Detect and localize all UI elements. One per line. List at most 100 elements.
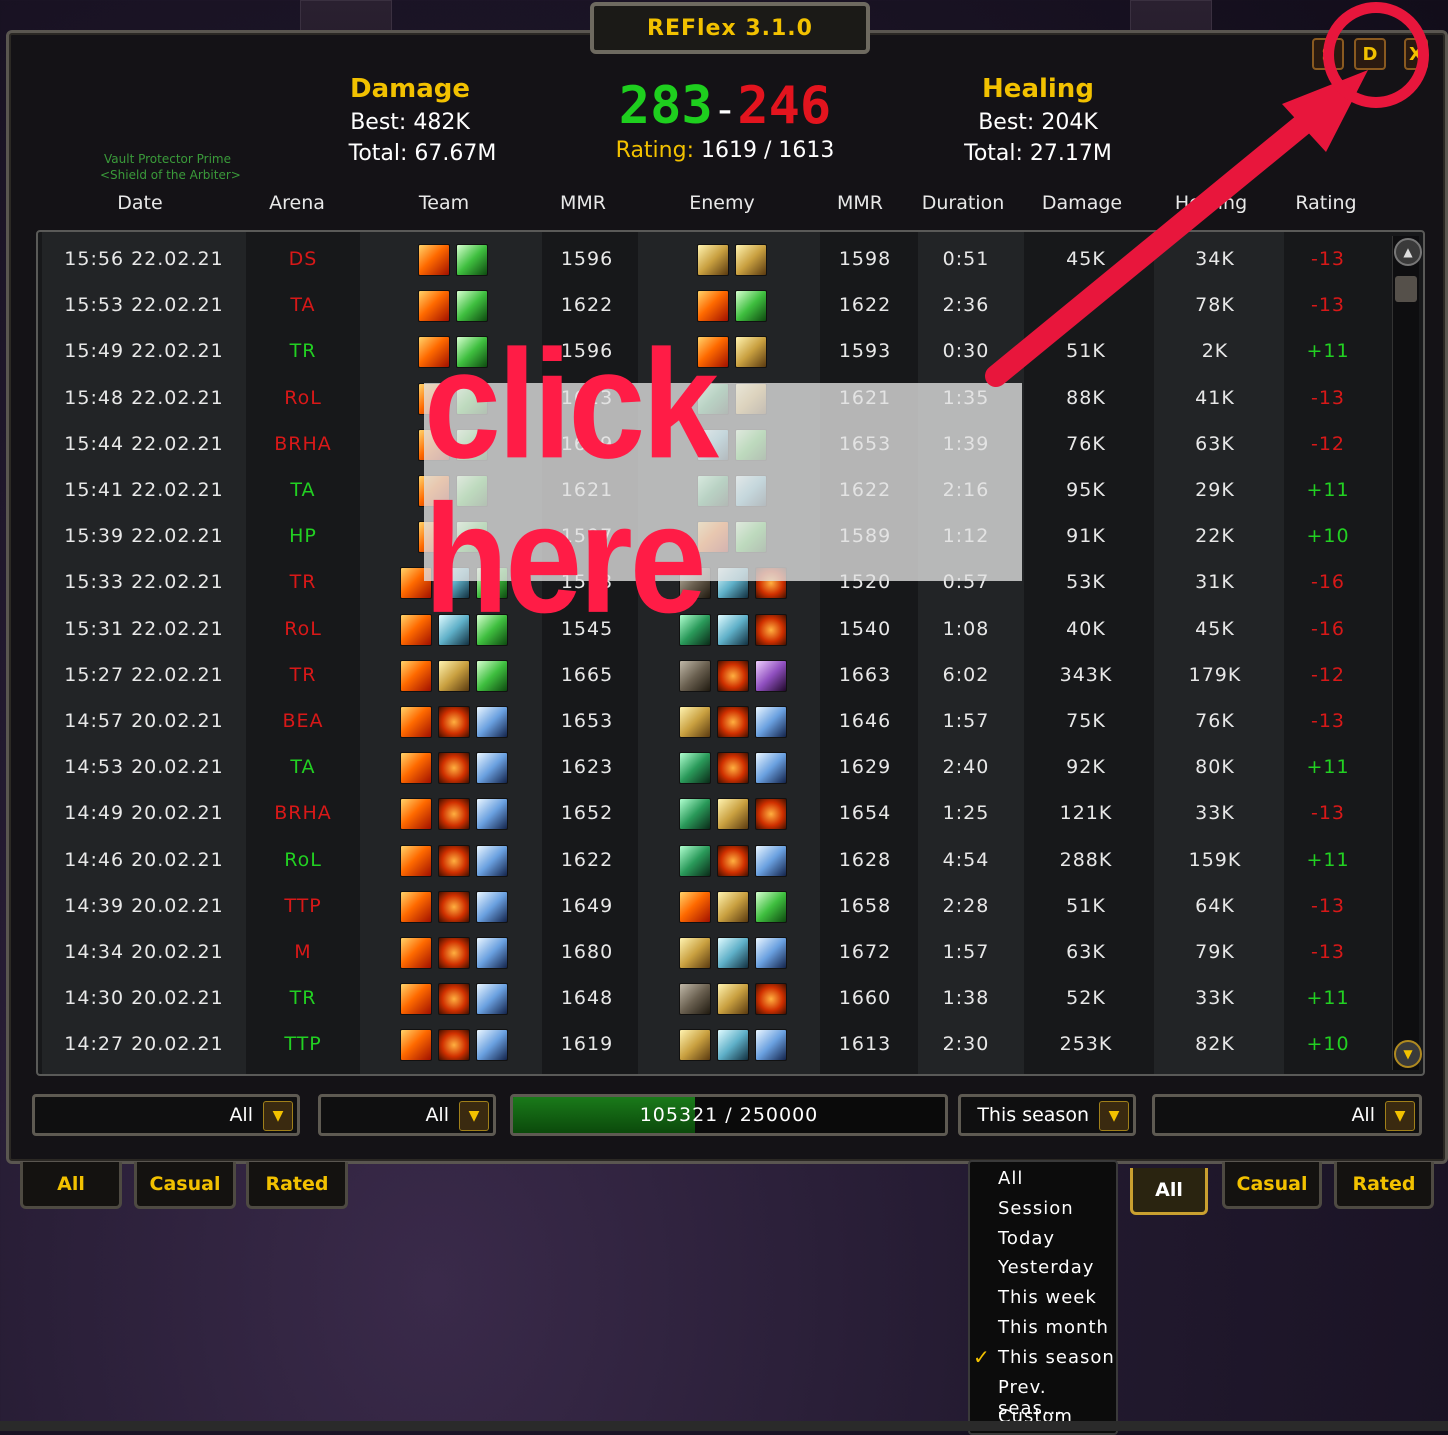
- sword-spec-icon[interactable]: [476, 937, 508, 969]
- fire-spec-icon[interactable]: [400, 798, 432, 831]
- fire-spec-icon[interactable]: [400, 659, 432, 692]
- period-menu-item[interactable]: Session: [998, 1198, 1074, 1219]
- sword-spec-icon[interactable]: [476, 844, 508, 877]
- sword-spec-icon[interactable]: [476, 1029, 508, 1062]
- sword-spec-icon[interactable]: [755, 937, 787, 969]
- cell-date: 15:33 22.02.21: [64, 571, 224, 594]
- sword-spec-icon[interactable]: [476, 798, 508, 831]
- cell-date: 14:27 20.02.21: [64, 1033, 224, 1056]
- cell-healing: 33K: [1195, 987, 1235, 1010]
- holy-spec-icon[interactable]: [679, 937, 711, 969]
- stone-spec-icon[interactable]: [679, 659, 711, 692]
- leaf-spec-icon[interactable]: [755, 890, 787, 923]
- chevron-down-icon[interactable]: ▼: [263, 1101, 293, 1131]
- poison-spec-icon[interactable]: [679, 798, 711, 831]
- table-row[interactable]: 14:34 20.02.21 M 1680 1672 1:57 63K 79K -13: [38, 929, 1383, 975]
- poison-spec-icon[interactable]: [679, 844, 711, 877]
- filter-dropdown-4[interactable]: All ▼: [1152, 1094, 1422, 1136]
- cell-healing: 179K: [1188, 663, 1242, 686]
- sword-spec-icon[interactable]: [476, 890, 508, 923]
- period-menu-item[interactable]: Today: [998, 1228, 1055, 1249]
- table-row[interactable]: 14:53 20.02.21 TA 1623 1629 2:40 92K 80K +11: [38, 744, 1383, 790]
- lava-spec-icon[interactable]: [438, 983, 470, 1016]
- lava-spec-icon[interactable]: [755, 983, 787, 1016]
- sword-spec-icon[interactable]: [476, 752, 508, 785]
- chevron-down-icon[interactable]: ▼: [1385, 1101, 1415, 1131]
- table-row[interactable]: 14:30 20.02.21 TR 1648 1660 1:38 52K 33K +11: [38, 975, 1383, 1021]
- fire-spec-icon[interactable]: [400, 890, 432, 923]
- holy-spec-icon[interactable]: [438, 659, 470, 692]
- tab-left-casual[interactable]: Casual: [134, 1162, 236, 1209]
- cell-date: 14:49 20.02.21: [64, 802, 224, 825]
- lava-spec-icon[interactable]: [717, 844, 749, 877]
- tab-right-rated[interactable]: Rated: [1334, 1162, 1434, 1209]
- lava-spec-icon[interactable]: [438, 798, 470, 831]
- table-row[interactable]: 14:46 20.02.21 RoL 1622 1628 4:54 288K 159K +11: [38, 837, 1383, 883]
- table-row[interactable]: 14:39 20.02.21 TTP 1649 1658 2:28 51K 64K -13: [38, 883, 1383, 929]
- cell-rating: -13: [1310, 894, 1346, 917]
- sword-spec-icon[interactable]: [755, 706, 787, 738]
- lava-spec-icon[interactable]: [438, 937, 470, 969]
- period-menu-item[interactable]: All: [998, 1168, 1023, 1189]
- period-menu-item[interactable]: This week: [998, 1287, 1097, 1308]
- period-dropdown[interactable]: This season ▼: [958, 1094, 1136, 1136]
- window-title: REFlex 3.1.0: [590, 2, 870, 54]
- tab-right-all[interactable]: All: [1130, 1168, 1208, 1215]
- frost-spec-icon[interactable]: [717, 1029, 749, 1062]
- scroll-down-icon[interactable]: ▼: [1394, 1040, 1422, 1068]
- poison-spec-icon[interactable]: [679, 752, 711, 785]
- fire-spec-icon[interactable]: [400, 844, 432, 877]
- holy-spec-icon[interactable]: [679, 1029, 711, 1062]
- tab-left-rated[interactable]: Rated: [246, 1162, 348, 1209]
- cell-rating: -12: [1310, 663, 1346, 686]
- cell-arena: M: [294, 941, 312, 963]
- cell-arena: TR: [289, 987, 317, 1010]
- cell-arena: TA: [290, 479, 316, 501]
- holy-spec-icon[interactable]: [717, 890, 749, 923]
- filter-dropdown-2[interactable]: All ▼: [318, 1094, 496, 1136]
- period-menu-item[interactable]: Yesterday: [998, 1257, 1094, 1278]
- lava-spec-icon[interactable]: [755, 798, 787, 831]
- sword-spec-icon[interactable]: [476, 983, 508, 1016]
- fire-spec-icon[interactable]: [400, 1029, 432, 1062]
- sword-spec-icon[interactable]: [755, 752, 787, 785]
- table-row[interactable]: 14:27 20.02.21 TTP 1619 1613 2:30 253K 82K +10: [38, 1021, 1383, 1067]
- cell-date: 14:46 20.02.21: [64, 848, 224, 871]
- lava-spec-icon[interactable]: [438, 844, 470, 877]
- fire-spec-icon[interactable]: [400, 937, 432, 969]
- lava-spec-icon[interactable]: [438, 1029, 470, 1062]
- lava-spec-icon[interactable]: [717, 706, 749, 738]
- period-menu-item[interactable]: This month: [998, 1317, 1109, 1338]
- sword-spec-icon[interactable]: [755, 1029, 787, 1062]
- table-row[interactable]: 15:27 22.02.21 TR 1665 1663 6:02 343K 179K -12: [38, 652, 1383, 698]
- team-icons: [400, 798, 508, 831]
- sword-spec-icon[interactable]: [755, 844, 787, 877]
- stone-spec-icon[interactable]: [679, 983, 711, 1016]
- chevron-down-icon[interactable]: ▼: [1099, 1101, 1129, 1131]
- tab-left-all[interactable]: All: [20, 1162, 122, 1209]
- fire-spec-icon[interactable]: [400, 983, 432, 1016]
- fire-spec-icon[interactable]: [400, 752, 432, 785]
- sword-spec-icon[interactable]: [476, 706, 508, 738]
- filter-dropdown-1[interactable]: All ▼: [32, 1094, 300, 1136]
- chevron-down-icon[interactable]: ▼: [459, 1101, 489, 1131]
- holy-spec-icon[interactable]: [717, 983, 749, 1016]
- cell-rating: -16: [1310, 617, 1346, 640]
- table-row[interactable]: 14:49 20.02.21 BRHA 1652 1654 1:25 121K 33K -13: [38, 790, 1383, 836]
- frost-spec-icon[interactable]: [717, 937, 749, 969]
- void-spec-icon[interactable]: [755, 659, 787, 692]
- period-menu-item[interactable]: This season: [998, 1347, 1115, 1368]
- enemy-icons: [679, 706, 787, 738]
- fire-spec-icon[interactable]: [400, 706, 432, 738]
- lava-spec-icon[interactable]: [438, 752, 470, 785]
- holy-spec-icon[interactable]: [717, 798, 749, 831]
- holy-spec-icon[interactable]: [679, 706, 711, 738]
- leaf-spec-icon[interactable]: [476, 659, 508, 692]
- lava-spec-icon[interactable]: [717, 752, 749, 785]
- tab-right-casual[interactable]: Casual: [1222, 1162, 1322, 1209]
- lava-spec-icon[interactable]: [438, 706, 470, 738]
- fire-spec-icon[interactable]: [679, 890, 711, 923]
- table-row[interactable]: 14:57 20.02.21 BEA 1653 1646 1:57 75K 76K -13: [38, 698, 1383, 744]
- lava-spec-icon[interactable]: [438, 890, 470, 923]
- lava-spec-icon[interactable]: [717, 659, 749, 692]
